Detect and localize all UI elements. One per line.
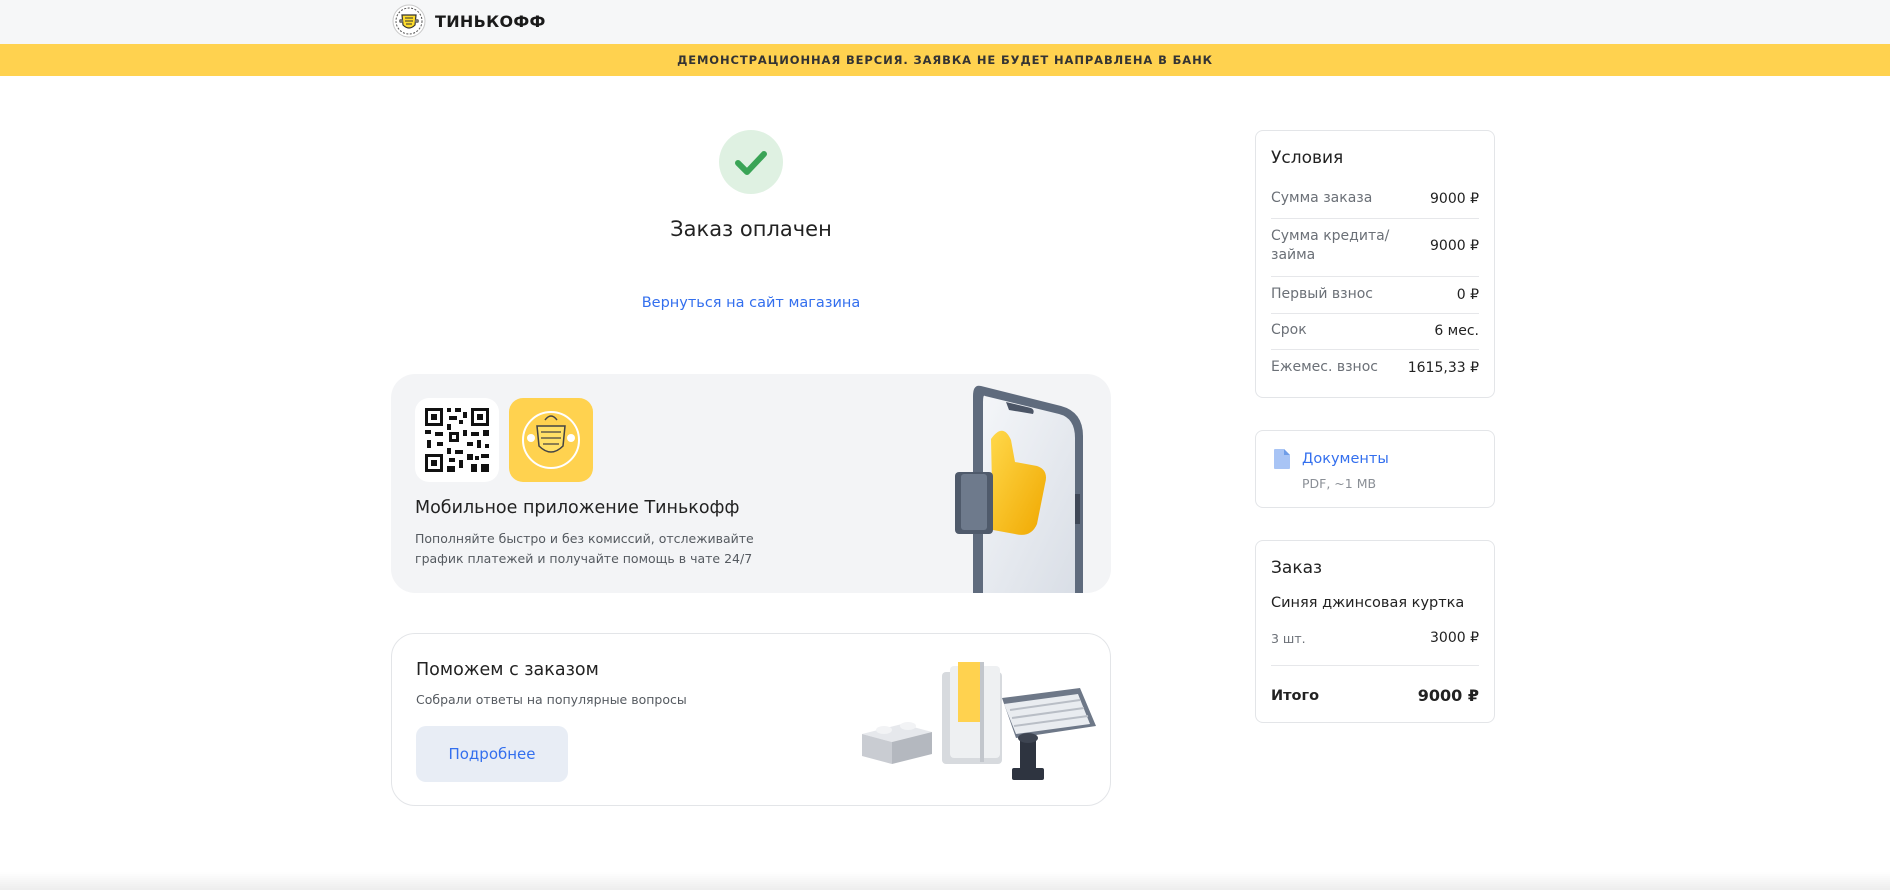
page-title: Заказ оплачен <box>670 217 832 241</box>
condition-value: 9000 ₽ <box>1430 190 1479 207</box>
condition-label: Первый взнос <box>1271 286 1373 302</box>
document-icon <box>1274 449 1290 469</box>
help-description: Собрали ответы на популярные вопросы <box>416 692 687 707</box>
tinkoff-app-icon <box>522 411 580 469</box>
app-promo-card: Мобильное приложение Тинькофф Пополняйте… <box>391 374 1111 593</box>
blocks-illustration <box>862 662 1096 780</box>
order-item-quantity: 3 шт. <box>1271 630 1306 646</box>
order-title: Заказ <box>1271 558 1323 578</box>
return-to-shop-link[interactable]: Вернуться на сайт магазина <box>551 295 951 311</box>
order-item-price: 3000 ₽ <box>1430 630 1479 646</box>
condition-value: 9000 ₽ <box>1430 238 1479 254</box>
phone-thumbs-up-illustration <box>955 385 1083 593</box>
more-info-button[interactable]: Подробнее <box>416 726 568 782</box>
conditions-card: Условия Сумма заказа 9000 ₽ Сумма кредит… <box>1255 130 1495 398</box>
order-total-value: 9000 ₽ <box>1417 686 1479 705</box>
documents-card[interactable]: Документы PDF, ~1 MB <box>1255 430 1495 508</box>
checkmark-icon <box>735 151 767 175</box>
divider <box>1271 349 1479 350</box>
condition-label: Ежемес. взнос <box>1271 359 1378 375</box>
success-badge <box>719 130 783 194</box>
condition-row-term: Срок 6 мес. <box>1271 321 1479 340</box>
condition-row-first-payment: Первый взнос 0 ₽ <box>1271 285 1479 304</box>
help-card: Поможем с заказом Собрали ответы на попу… <box>391 633 1111 806</box>
condition-row-credit-sum: Сумма кредита/займа 9000 ₽ <box>1271 227 1479 265</box>
app-promo-description: Пополняйте быстро и без комиссий, отслеж… <box>415 531 754 566</box>
condition-value: 0 ₽ <box>1456 286 1479 303</box>
condition-row-monthly-payment: Ежемес. взнос 1615,33 ₽ <box>1271 358 1479 377</box>
condition-value: 1615,33 ₽ <box>1407 359 1479 376</box>
divider <box>1271 665 1479 666</box>
order-total-label: Итого <box>1271 687 1320 704</box>
top-bar: ТИНЬКОФФ <box>0 0 1890 44</box>
divider <box>1271 276 1479 277</box>
order-total-row: Итого 9000 ₽ <box>1271 686 1479 705</box>
app-promo-title: Мобильное приложение Тинькофф <box>415 498 740 518</box>
qr-code-icon <box>425 408 489 472</box>
footer-shadow <box>0 872 1890 890</box>
order-card: Заказ Синяя джинсовая куртка 3 шт. 3000 … <box>1255 540 1495 723</box>
condition-label: Срок <box>1271 322 1307 338</box>
order-item-name: Синяя джинсовая куртка <box>1271 595 1465 611</box>
divider <box>1271 218 1479 219</box>
order-item-row: 3 шт. 3000 ₽ <box>1271 630 1479 646</box>
help-title: Поможем с заказом <box>416 660 599 680</box>
demo-banner: ДЕМОНСТРАЦИОННАЯ ВЕРСИЯ. ЗАЯВКА НЕ БУДЕТ… <box>0 44 1890 76</box>
condition-value: 6 мес. <box>1434 322 1479 339</box>
brand-logo[interactable]: ТИНЬКОФФ <box>392 4 546 38</box>
condition-row-order-sum: Сумма заказа 9000 ₽ <box>1271 189 1479 208</box>
conditions-title: Условия <box>1271 148 1344 168</box>
logo-emblem-icon <box>392 4 426 38</box>
condition-label: Сумма заказа <box>1271 190 1373 206</box>
documents-link[interactable]: Документы <box>1302 451 1389 467</box>
tinkoff-app-tile <box>509 398 593 482</box>
qr-code-tile <box>415 398 499 482</box>
condition-label: Сумма кредита/займа <box>1271 228 1390 263</box>
divider <box>1271 313 1479 314</box>
documents-meta: PDF, ~1 MB <box>1302 476 1377 491</box>
brand-name: ТИНЬКОФФ <box>435 11 546 31</box>
